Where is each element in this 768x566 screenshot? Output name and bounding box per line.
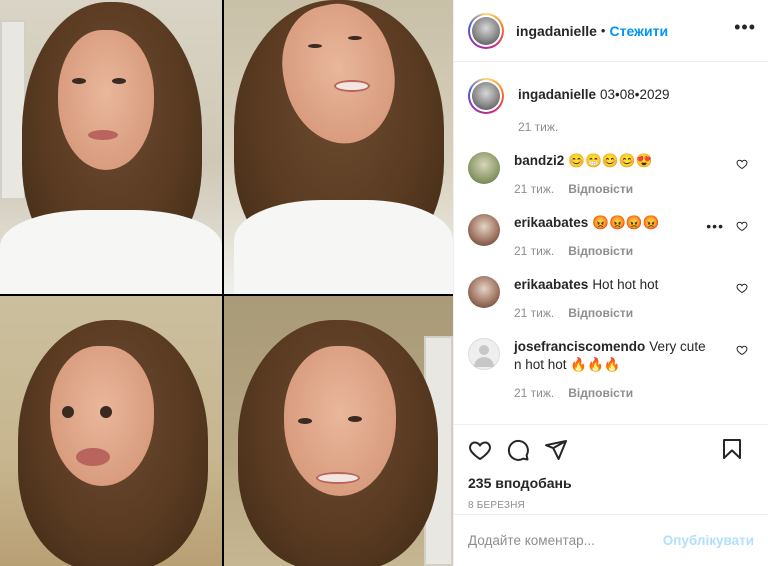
photo-tile-2: [224, 0, 453, 294]
comment-item: erikaabates Hot hot hot 21 тиж. Відповісти: [468, 276, 754, 322]
reply-button[interactable]: Відповісти: [568, 306, 633, 320]
eye: [348, 416, 362, 422]
comment-input[interactable]: Додайте коментар...: [468, 533, 663, 548]
eye: [298, 418, 312, 424]
comment-username[interactable]: erikaabates: [514, 215, 588, 230]
like-heart-icon[interactable]: [468, 438, 492, 462]
comment-item: bandzi2 😊😁😊😊😍 21 тиж. Відповісти: [468, 152, 754, 198]
photo-tile-3: [0, 296, 222, 566]
heart-icon[interactable]: [736, 344, 748, 356]
comment-text: 😡😡😡😡: [592, 215, 660, 230]
comment-username[interactable]: bandzi2: [514, 153, 564, 168]
post-actions: 235 вподобань 8 БЕРЕЗНЯ: [454, 424, 768, 511]
commenter-avatar[interactable]: [468, 152, 500, 184]
comment-text: Hot hot hot: [592, 277, 659, 292]
photo-tile-1: [0, 0, 222, 294]
caption-avatar[interactable]: [468, 78, 504, 114]
heart-icon[interactable]: [736, 282, 748, 294]
comment-bubble-icon[interactable]: [506, 438, 530, 462]
reply-button[interactable]: Відповісти: [568, 386, 633, 400]
eye: [100, 406, 112, 418]
likes-count[interactable]: 235 вподобань: [468, 475, 754, 491]
eye: [348, 36, 362, 40]
face: [58, 30, 154, 170]
shirt: [234, 200, 453, 294]
comment-item: erikaabates 😡😡😡😡 21 тиж. Відповісти •••: [468, 214, 754, 260]
action-icons: [468, 435, 754, 465]
caption-text: 03•08•2029: [600, 87, 670, 102]
caption-age[interactable]: 21 тиж.: [518, 120, 558, 134]
eye: [112, 78, 126, 84]
comments-list[interactable]: ingadanielle 03•08•2029 21 тиж. bandzi2 😊😁…: [454, 62, 768, 422]
author-avatar[interactable]: [468, 12, 504, 49]
comment-text: 😊😁😊😊😍: [568, 153, 653, 168]
post-photo[interactable]: [0, 0, 453, 566]
caption: ingadanielle 03•08•2029 21 тиж.: [468, 78, 754, 136]
mouth: [76, 448, 110, 466]
comment-age[interactable]: 21 тиж.: [514, 182, 554, 196]
mouth: [316, 472, 360, 484]
commenter-avatar[interactable]: [468, 276, 500, 308]
comment-item: josefranciscomendo Very cute n hot hot 🔥🔥…: [468, 338, 754, 402]
eye: [72, 78, 86, 84]
commenter-avatar[interactable]: [468, 214, 500, 246]
comment-more-icon[interactable]: •••: [706, 218, 724, 234]
post-side-panel: ingadanielle • Стежити ••• ingadanielle 0…: [453, 0, 768, 566]
author-username[interactable]: ingadanielle: [516, 23, 597, 39]
separator-dot: •: [600, 23, 606, 38]
mouth: [334, 80, 370, 92]
reply-button[interactable]: Відповісти: [568, 244, 633, 258]
post-header: ingadanielle • Стежити •••: [454, 0, 768, 62]
comment-username[interactable]: erikaabates: [514, 277, 588, 292]
photo-tile-4: [224, 296, 453, 566]
comment-username[interactable]: josefranciscomendo: [514, 339, 645, 354]
shirt: [0, 210, 222, 294]
instagram-post-modal: ingadanielle • Стежити ••• ingadanielle 0…: [0, 0, 768, 566]
eye: [308, 44, 322, 48]
mouth: [88, 130, 118, 140]
follow-button[interactable]: Стежити: [609, 23, 668, 39]
default-avatar-icon[interactable]: [468, 338, 500, 370]
eye: [62, 406, 74, 418]
heart-icon[interactable]: [736, 220, 748, 232]
post-date[interactable]: 8 БЕРЕЗНЯ: [468, 500, 754, 511]
publish-button[interactable]: Опублікувати: [663, 533, 754, 548]
heart-icon[interactable]: [736, 158, 748, 170]
more-horizontal-icon[interactable]: •••: [734, 18, 756, 36]
add-comment-bar: Додайте коментар... Опублікувати: [454, 514, 768, 566]
reply-button[interactable]: Відповісти: [568, 182, 633, 196]
comment-age[interactable]: 21 тиж.: [514, 386, 554, 400]
comment-age[interactable]: 21 тиж.: [514, 244, 554, 258]
comment-age[interactable]: 21 тиж.: [514, 306, 554, 320]
caption-username[interactable]: ingadanielle: [518, 87, 596, 102]
bookmark-icon[interactable]: [720, 437, 744, 461]
share-paper-plane-icon[interactable]: [544, 438, 568, 462]
